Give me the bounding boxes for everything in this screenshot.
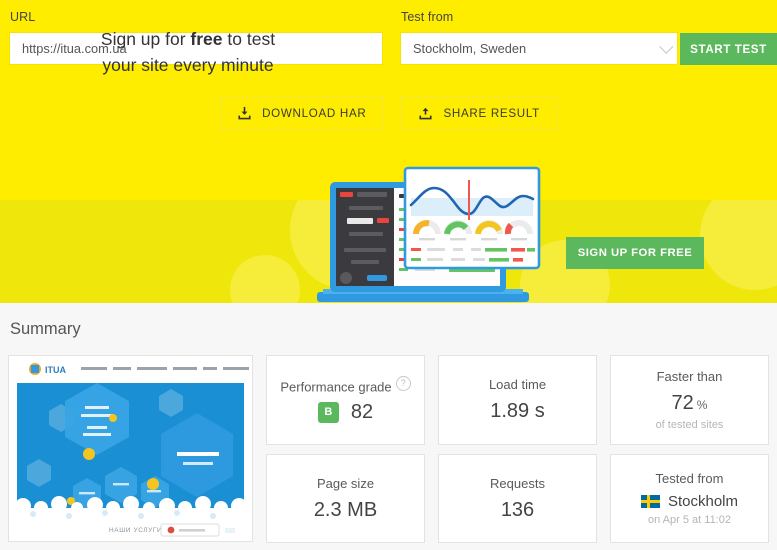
promo-headline: Sign up for free to test your site every…	[88, 26, 288, 78]
flag-sweden-icon	[640, 495, 660, 508]
share-result-label: SHARE RESULT	[443, 106, 540, 120]
location-select[interactable]: Stockholm, Sweden	[401, 33, 677, 64]
promo-line2: your site every minute	[102, 55, 274, 75]
card-performance-grade: Performance grade? B 82	[266, 355, 425, 445]
card-tested-from: Tested from Stockholm on Apr 5 at 11:02	[610, 454, 769, 543]
promo-line1-strong: free	[190, 29, 223, 49]
requests-value: 136	[500, 498, 535, 521]
performance-grade-label: Performance grade	[280, 379, 392, 395]
laptop-dashboard-illustration	[303, 158, 543, 314]
promo-line1-pre: Sign up for	[100, 29, 191, 49]
faster-than-value: 72	[671, 392, 694, 414]
decor-blob-3	[700, 200, 777, 290]
card-load-time: Load time 1.89 s	[438, 355, 597, 445]
card-page-size: Page size 2.3 MB	[266, 454, 425, 543]
tested-from-timestamp: on Apr 5 at 11:02	[648, 514, 731, 526]
location-label: Test from	[401, 10, 454, 24]
faster-than-sub: of tested sites	[655, 419, 724, 431]
site-screenshot-thumbnail[interactable]: ITUA НАШИ УСЛУГИ	[8, 355, 253, 542]
card-requests: Requests 136	[438, 454, 597, 543]
help-circle-icon[interactable]: ?	[395, 376, 411, 392]
result-actions: DOWNLOAD HAR SHARE RESULT	[0, 96, 777, 130]
share-result-button[interactable]: SHARE RESULT	[401, 96, 557, 130]
download-icon	[237, 106, 252, 121]
faster-than-unit: %	[696, 398, 708, 412]
decor-blob-4	[230, 255, 300, 303]
svg-text:ITUA: ITUA	[45, 365, 66, 375]
tested-from-location-group: Stockholm	[640, 493, 739, 510]
promo-line1-post: to test	[222, 29, 276, 49]
load-time-value: 1.89 s	[490, 400, 545, 422]
download-har-label: DOWNLOAD HAR	[262, 106, 367, 120]
page-root: URL https://itua.com.ua Test from Stockh…	[0, 0, 777, 550]
share-upload-icon	[418, 106, 433, 121]
card-faster-than: Faster than 72% of tested sites	[610, 355, 769, 445]
tested-from-location: Stockholm	[667, 493, 739, 510]
page-title: Summary	[10, 320, 81, 338]
url-label: URL	[10, 10, 36, 24]
signup-for-free-button[interactable]: SIGN UP FOR FREE	[566, 237, 704, 269]
requests-label: Requests	[490, 475, 545, 491]
faster-than-value-group: 72%	[672, 392, 708, 415]
page-size-value: 2.3 MB	[313, 498, 378, 521]
grade-value-group: B 82	[317, 400, 374, 424]
performance-grade-value: 82	[350, 400, 374, 423]
page-size-label: Page size	[316, 475, 375, 491]
card-title: Performance grade?	[280, 376, 411, 395]
svg-text:НАШИ УСЛУГИ: НАШИ УСЛУГИ	[109, 527, 162, 534]
load-time-label: Load time	[488, 377, 547, 392]
grade-badge: B	[317, 401, 339, 423]
location-field-group: Test from Stockholm, Sweden	[401, 10, 677, 64]
tested-from-label: Tested from	[655, 471, 724, 486]
faster-than-label: Faster than	[656, 369, 723, 384]
download-har-button[interactable]: DOWNLOAD HAR	[220, 96, 384, 130]
location-select-value: Stockholm, Sweden	[413, 41, 527, 56]
start-test-button[interactable]: START TEST	[680, 33, 777, 65]
